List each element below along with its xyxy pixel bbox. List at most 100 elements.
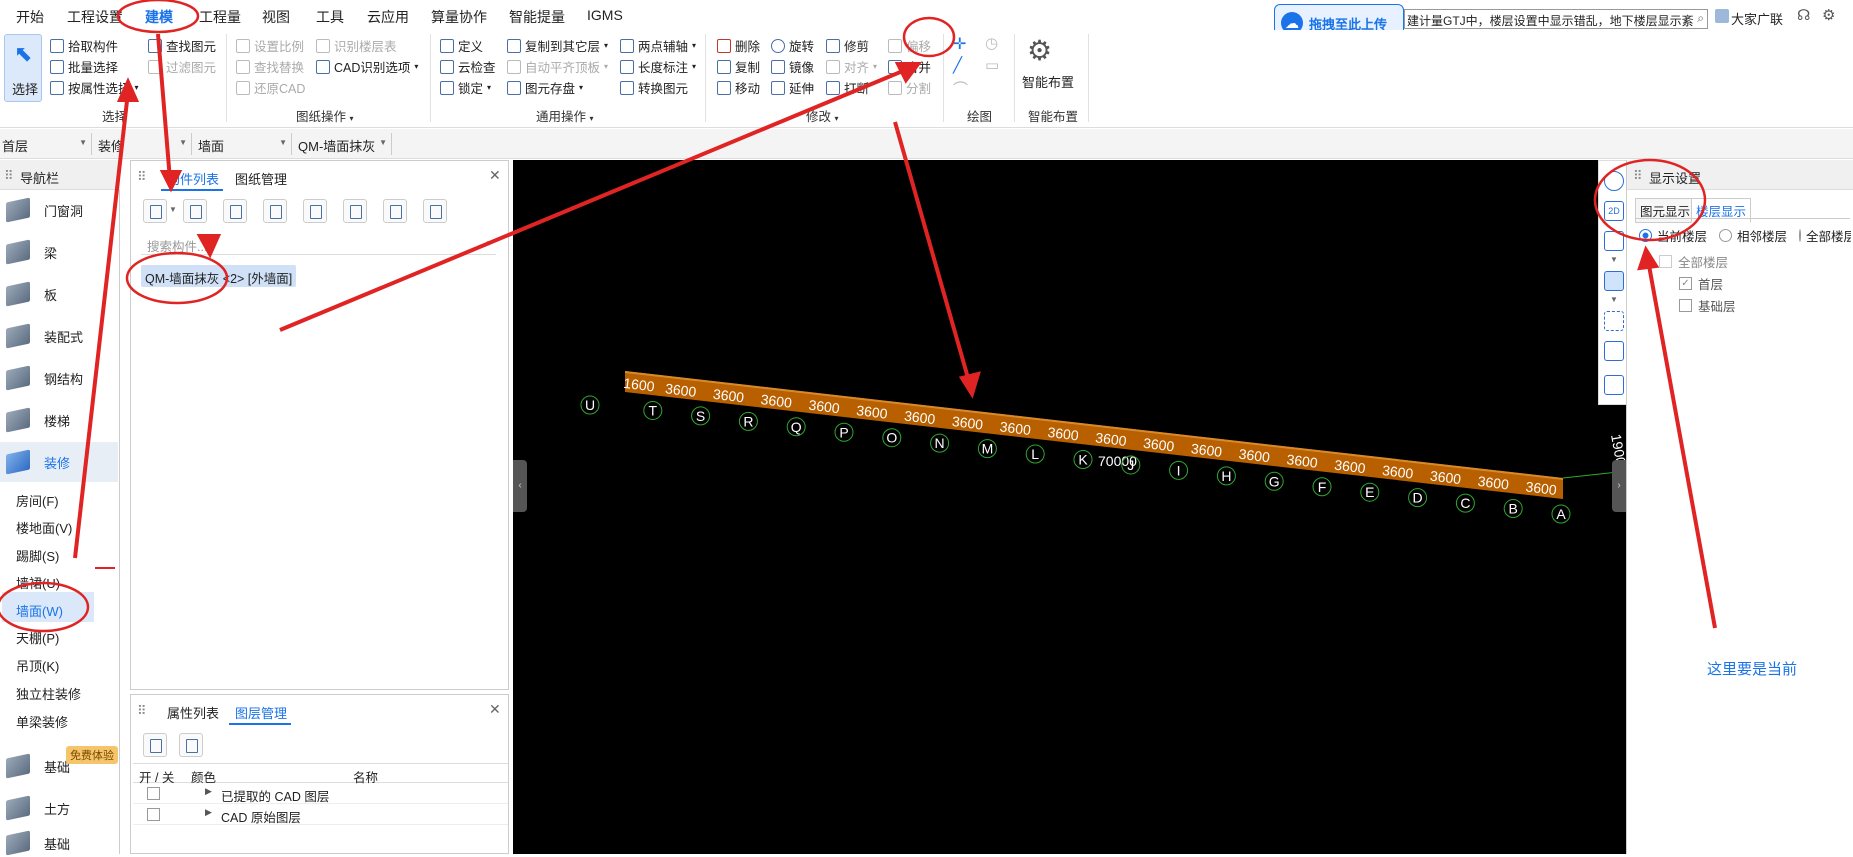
tab-floor-display[interactable]: 楼层显示 <box>1691 198 1752 223</box>
merge-button[interactable]: 合并 <box>888 57 931 76</box>
align-button[interactable]: 对齐 ▾ <box>826 57 877 76</box>
chevron-down-icon[interactable]: ▼ <box>169 205 177 214</box>
headset-icon[interactable]: ☊ <box>1797 6 1810 24</box>
restore-cad-button[interactable]: 还原CAD <box>236 78 305 97</box>
search-icon[interactable]: ⌕ <box>1697 11 1704 26</box>
radio-current-floor[interactable]: 当前楼层 <box>1639 226 1707 245</box>
wall-top-face[interactable] <box>625 371 1563 499</box>
search-input[interactable]: 建计量GTJ中，楼层设置中显示错乱，地下楼层显示紊 ⌕ <box>1404 9 1708 29</box>
menu-collab[interactable]: 算量协作 <box>431 7 487 27</box>
cube-view-icon[interactable] <box>1604 271 1624 291</box>
nav-cat-earthwork[interactable]: 土方 <box>6 795 70 821</box>
radio-all-floors[interactable]: 全部楼层 <box>1799 226 1851 245</box>
nav-cat-foundation-1[interactable]: 基础 <box>6 753 70 779</box>
expand-icon[interactable]: ▶ <box>205 786 212 797</box>
drag-handle-icon[interactable]: ⠿ <box>4 168 14 184</box>
cloud-check-button[interactable]: 云检查 <box>440 57 496 76</box>
show-layer-icon[interactable] <box>143 733 167 757</box>
hide-layer-icon[interactable] <box>179 733 203 757</box>
rotate-button[interactable]: 旋转 <box>771 36 814 55</box>
copy-component-icon[interactable] <box>183 199 207 223</box>
length-dim-button[interactable]: 长度标注 ▾ <box>620 57 696 76</box>
chevron-down-icon[interactable]: ▼ <box>1610 255 1618 264</box>
close-icon[interactable]: ✕ <box>489 167 501 184</box>
nav-cat-decoration[interactable]: 装修 <box>6 449 70 475</box>
menu-modeling[interactable]: 建模 <box>145 7 173 32</box>
menu-smart-extract[interactable]: 智能提量 <box>509 7 565 27</box>
tree-all-floors[interactable]: 全部楼层 <box>1659 252 1728 271</box>
extend-button[interactable]: 延伸 <box>771 78 814 97</box>
2d-view-icon[interactable]: 2D <box>1604 201 1624 221</box>
offset-button[interactable]: 偏移 <box>888 36 931 55</box>
component-search-input[interactable]: 搜索构件... ⌕ <box>141 233 496 255</box>
nav-sub-room[interactable]: 房间(F) <box>16 491 59 510</box>
list-item[interactable]: QM-墙面抹灰 <2> [外墙面] <box>141 265 297 287</box>
table-row[interactable]: ▶ 已提取的 CAD 图层 <box>133 783 508 804</box>
type-dropdown[interactable]: 装修 ▼ <box>96 133 192 155</box>
menu-cloud[interactable]: 云应用 <box>367 7 409 27</box>
menu-start[interactable]: 开始 <box>16 7 44 27</box>
delete-component-icon[interactable] <box>223 199 247 223</box>
model-viewport[interactable]: 1600 3600 3600 3600 3600 3600 3600 3600 3600 3600… <box>513 160 1629 854</box>
export-icon[interactable] <box>343 199 367 223</box>
tab-layer-management[interactable]: 图层管理 <box>235 703 287 722</box>
menu-quantity[interactable]: 工程量 <box>199 7 241 27</box>
nav-sub-column-deco[interactable]: 独立柱装修 <box>16 684 81 703</box>
menu-igms[interactable]: IGMS <box>587 7 623 23</box>
import-icon[interactable] <box>303 199 327 223</box>
section-box-icon[interactable] <box>1604 341 1624 361</box>
delete-button[interactable]: 删除 <box>717 36 760 55</box>
new-component-icon[interactable] <box>143 199 167 223</box>
menu-view[interactable]: 视图 <box>262 7 290 27</box>
find-replace-button[interactable]: 查找替换 <box>236 57 304 76</box>
rect-draw-icon[interactable]: ▭ <box>985 56 999 74</box>
define-button[interactable]: 定义 <box>440 36 483 55</box>
filter-element-button[interactable]: 过滤图元 <box>148 57 216 76</box>
checkbox[interactable] <box>1659 255 1672 268</box>
split-button[interactable]: 分割 <box>888 78 931 97</box>
lock-button[interactable]: 锁定 ▾ <box>440 78 491 97</box>
batch-select-button[interactable]: 批量选择 <box>50 57 118 76</box>
sort-list-icon[interactable] <box>423 199 447 223</box>
layer-copy-icon[interactable] <box>263 199 287 223</box>
user-label[interactable]: 大家广联 <box>1731 9 1783 28</box>
nav-sub-skirting[interactable]: 踢脚(S) <box>16 546 59 565</box>
layer-toggle-checkbox[interactable] <box>147 808 160 821</box>
chevron-down-icon[interactable]: ▼ <box>1610 295 1618 304</box>
element-save-button[interactable]: 图元存盘 ▾ <box>507 78 583 97</box>
nav-cat-prefab[interactable]: 装配式 <box>6 323 83 349</box>
tree-first-floor[interactable]: ✓ 首层 <box>1679 274 1723 293</box>
free-trial-badge[interactable]: 免费体验 <box>66 746 118 764</box>
nav-sub-suspended-ceiling[interactable]: 吊顶(K) <box>16 656 59 675</box>
nav-cat-beam[interactable]: 梁 <box>6 239 57 265</box>
tab-property-list[interactable]: 属性列表 <box>167 703 219 722</box>
3d-box-icon[interactable] <box>1604 231 1624 251</box>
checkbox-checked[interactable]: ✓ <box>1679 277 1692 290</box>
viewport-canvas[interactable]: 1600 3600 3600 3600 3600 3600 3600 3600 3600 3600… <box>513 160 1629 854</box>
nav-cat-door-window[interactable]: 门窗洞 <box>6 197 83 223</box>
set-scale-button[interactable]: 设置比例 <box>236 36 304 55</box>
menu-project-settings[interactable]: 工程设置 <box>67 7 123 27</box>
drag-handle-icon[interactable]: ⠿ <box>137 703 147 719</box>
nav-sub-dado[interactable]: 墙裙(U) <box>16 573 60 592</box>
arc-draw-icon[interactable]: ⌒ <box>953 78 968 99</box>
copy-button[interactable]: 复制 <box>717 57 760 76</box>
search-icon[interactable]: ⌕ <box>485 235 492 251</box>
nav-cat-slab[interactable]: 板 <box>6 281 57 307</box>
nav-cat-foundation-2[interactable]: 基础 <box>6 830 70 856</box>
radio-adjacent-floor[interactable]: 相邻楼层 <box>1719 226 1787 245</box>
component-dropdown[interactable]: QM-墙面抹灰 ▼ <box>296 133 392 155</box>
tab-element-display[interactable]: 图元显示 <box>1635 198 1696 223</box>
avatar[interactable] <box>1715 9 1729 23</box>
nav-sub-wall-surface[interactable]: 墙面(W) <box>16 601 63 620</box>
cad-options-button[interactable]: CAD识别选项 ▾ <box>316 57 418 76</box>
table-row[interactable]: ▶ CAD 原始图层 <box>133 804 508 825</box>
fit-view-icon[interactable] <box>1604 311 1624 331</box>
nav-cat-steel[interactable]: 钢结构 <box>6 365 83 391</box>
drag-handle-icon[interactable]: ⠿ <box>1633 168 1643 184</box>
trim-button[interactable]: 修剪 <box>826 36 869 55</box>
pick-component-button[interactable]: 拾取构件 <box>50 36 118 55</box>
layer-toggle-checkbox[interactable] <box>147 787 160 800</box>
floor-dropdown[interactable]: 首层 ▼ <box>0 133 92 155</box>
collapse-right-handle[interactable]: › <box>1612 460 1626 512</box>
